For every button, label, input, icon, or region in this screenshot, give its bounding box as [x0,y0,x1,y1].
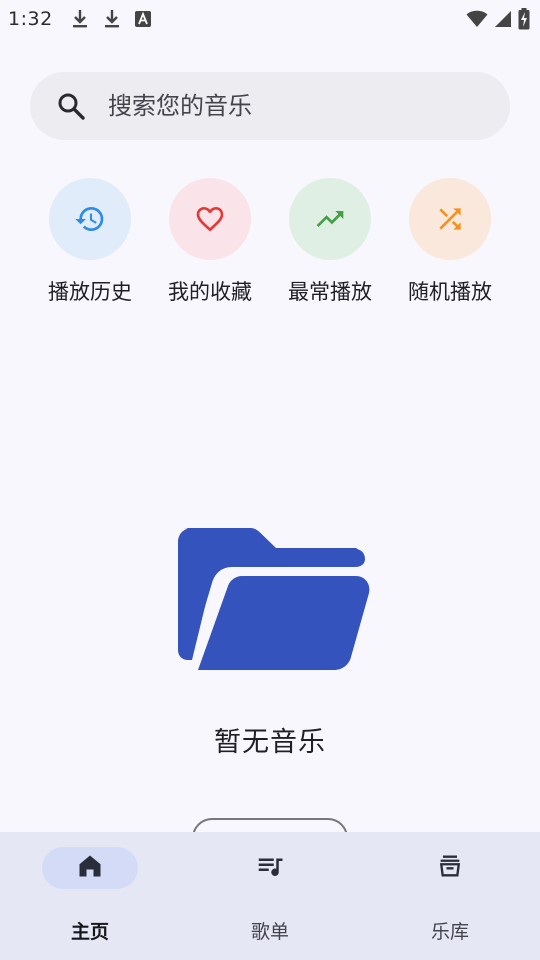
quick-action-history[interactable]: 播放历史 [30,178,150,306]
quick-action-label: 我的收藏 [168,280,252,304]
playlist-icon [255,851,285,885]
search-bar[interactable] [30,72,510,140]
nav-item-library[interactable]: 乐库 [360,832,540,960]
shuffle-icon[interactable] [409,178,491,260]
screen: 1:32 搜索您的音乐 播放历史 我的收藏 最常播放 随机播放 暂无音乐 主页 … [0,0,540,960]
quick-actions: 播放历史 我的收藏 最常播放 随机播放 [30,178,510,306]
library-icon [436,852,464,884]
nav-pill [222,847,318,889]
notification-icons [71,9,151,29]
nav-label: 主页 [70,921,109,943]
quick-action-favorites[interactable]: 我的收藏 [150,178,270,306]
bottom-nav: 主页 歌单 乐库 [0,832,540,960]
battery-charging-icon [518,8,530,30]
trending-up-icon[interactable] [289,178,371,260]
nav-label: 歌单 [250,921,289,943]
status-time: 1:32 [8,8,53,30]
signal-icon [494,10,512,28]
nav-pill [42,847,138,889]
home-icon [76,852,104,884]
nav-label: 乐库 [430,921,469,943]
status-bar: 1:32 [0,0,540,38]
empty-message: 暂无音乐 [214,727,326,758]
wifi-icon [466,10,488,28]
search-icon [56,91,86,121]
search-input[interactable] [108,92,468,120]
quick-action-most-played[interactable]: 最常播放 [270,178,390,306]
download-icon [71,9,89,29]
nav-item-playlists[interactable]: 歌单 [180,832,360,960]
quick-action-label: 播放历史 [48,280,132,304]
text-a-icon [134,11,151,27]
download-icon [103,9,121,29]
system-icons [466,8,530,30]
heart-icon[interactable] [169,178,251,260]
quick-action-shuffle[interactable]: 随机播放 [390,178,510,306]
nav-pill [402,847,498,889]
quick-action-label: 随机播放 [408,280,492,304]
quick-action-label: 最常播放 [288,280,372,304]
empty-state: 暂无音乐 [0,520,540,759]
folder-open-icon [170,520,370,684]
history-icon[interactable] [49,178,131,260]
nav-item-home[interactable]: 主页 [0,832,180,960]
